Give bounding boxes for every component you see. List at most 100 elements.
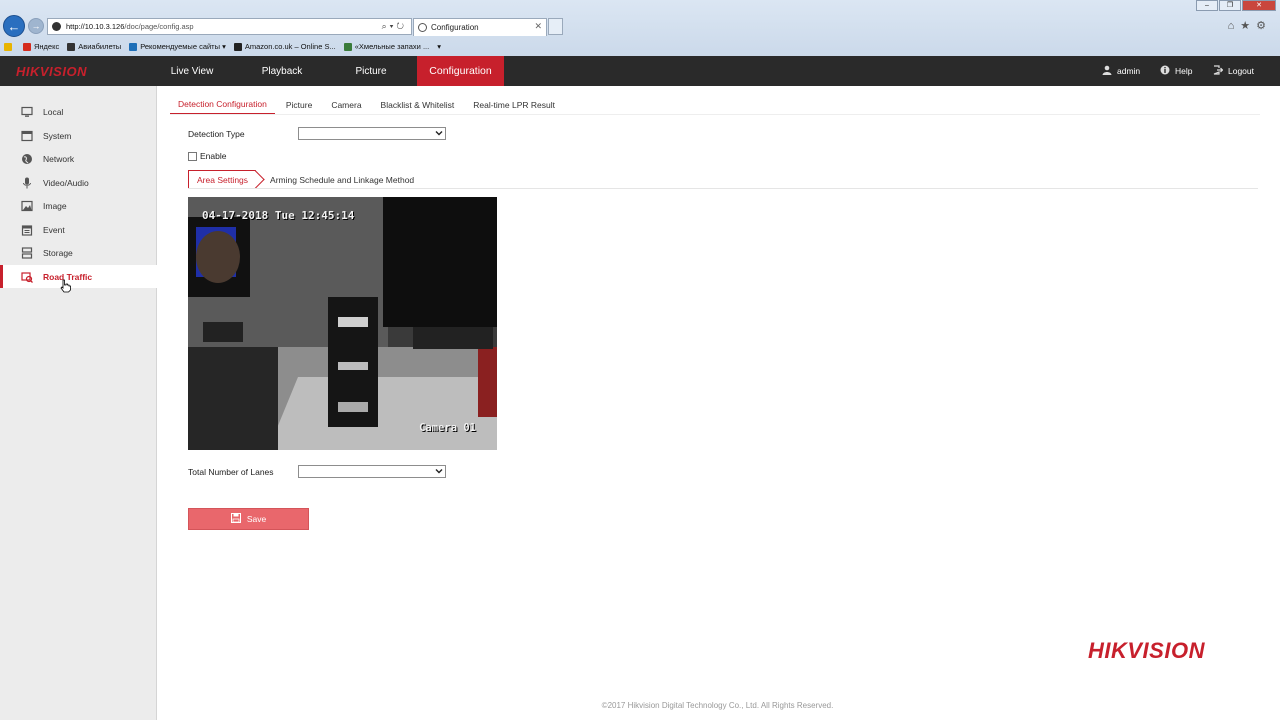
window-controls: – ❐ ✕ — [1195, 0, 1276, 11]
forward-arrow-icon[interactable]: → — [28, 18, 44, 34]
address-bar[interactable]: http://10.10.3.126/doc/page/config.asp ⌕… — [47, 18, 412, 35]
favorite-link[interactable]: Amazon.co.uk – Online S... — [233, 42, 336, 51]
favorites-more-icon[interactable]: ▾ — [437, 42, 441, 51]
tab-realtime-lpr-result[interactable]: Real-time LPR Result — [465, 94, 563, 115]
nav-picture[interactable]: Picture — [343, 56, 399, 86]
favorite-label: Amazon.co.uk – Online S... — [244, 42, 336, 51]
maximize-icon[interactable]: ❐ — [1219, 0, 1241, 11]
camera-timestamp-osd: 04-17-2018 Tue 12:45:14 — [202, 209, 355, 222]
sidebar-item-label: Storage — [43, 247, 73, 258]
url-host: http://10.10.3.126 — [66, 22, 125, 31]
browser-chrome: ← → http://10.10.3.126/doc/page/config.a… — [0, 0, 1280, 56]
nav-live-view[interactable]: Live View — [156, 56, 228, 86]
camera-live-view[interactable]: 04-17-2018 Tue 12:45:14 Camera 01 — [188, 197, 497, 450]
tab-blacklist-whitelist[interactable]: Blacklist & Whitelist — [373, 94, 463, 115]
sidebar-item-storage[interactable]: Storage — [0, 241, 157, 264]
total-lanes-select[interactable] — [298, 465, 446, 478]
favorites-bar: Яндекс Авиабилеты Рекомендуемые сайты ▾ … — [0, 38, 1280, 55]
logout-label: Logout — [1228, 66, 1254, 76]
chevron-down-icon — [435, 129, 443, 139]
enable-label: Enable — [200, 151, 227, 161]
browser-tab[interactable]: Configuration ✕ — [413, 18, 547, 36]
tab-camera[interactable]: Camera — [323, 94, 369, 115]
sidebar-item-label: Event — [43, 224, 65, 235]
tab-close-icon[interactable]: ✕ — [534, 21, 542, 32]
hikvision-logo: HIKVISION — [16, 64, 87, 79]
user-menu[interactable]: admin — [1102, 56, 1140, 86]
sidebar-item-network[interactable]: Network — [0, 147, 157, 170]
favorite-link[interactable]: Яндекс — [23, 42, 59, 51]
area-tab-divider — [188, 188, 1258, 189]
favorite-icon — [23, 42, 31, 51]
sidebar-item-road-traffic[interactable]: Road Traffic — [0, 265, 157, 288]
detection-type-label: Detection Type — [188, 129, 245, 139]
back-arrow-icon[interactable]: ← — [3, 15, 25, 37]
tab-area-settings[interactable]: Area Settings — [188, 170, 257, 189]
favorites-star-icon[interactable] — [4, 42, 15, 51]
sidebar-item-image[interactable]: Image — [0, 194, 157, 217]
sidebar-item-label: Video/Audio — [43, 177, 89, 188]
favorite-link[interactable]: Авиабилеты — [67, 42, 121, 51]
favorite-label: «Хмельные запахи ... — [354, 42, 430, 51]
favorite-link[interactable]: Рекомендуемые сайты ▾ — [129, 42, 226, 51]
tab-picture[interactable]: Picture — [278, 94, 320, 115]
favorite-label: Яндекс — [34, 42, 60, 51]
help-link[interactable]: Help — [1160, 56, 1192, 86]
nav-configuration[interactable]: Configuration — [417, 56, 504, 86]
logout-icon — [1213, 64, 1224, 78]
favorite-label: Авиабилеты — [78, 42, 122, 51]
favorite-icon — [129, 42, 138, 51]
page-globe-icon — [52, 22, 61, 31]
minimize-icon[interactable]: – — [1196, 0, 1218, 11]
sidebar-item-system[interactable]: System — [0, 124, 157, 147]
detection-type-select[interactable] — [298, 127, 446, 140]
window-close-icon[interactable]: ✕ — [1242, 0, 1276, 11]
road-traffic-icon — [21, 271, 33, 283]
sidebar-item-event[interactable]: Event — [0, 218, 157, 241]
help-icon — [1160, 65, 1170, 78]
browser-tool-icons[interactable]: ⌂★⚙ — [1228, 19, 1272, 32]
sidebar-item-label: Local — [43, 106, 64, 117]
search-refresh-icon[interactable]: ⌕▾↻ — [382, 21, 407, 32]
monitor-icon — [21, 106, 33, 118]
new-tab-button[interactable] — [548, 18, 563, 35]
favorite-link[interactable]: «Хмельные запахи ... — [343, 42, 430, 51]
system-icon — [21, 130, 33, 142]
tab-detection-configuration[interactable]: Detection Configuration — [170, 94, 275, 115]
sidebar-item-local[interactable]: Local — [0, 100, 157, 123]
area-tabs: Area Settings Arming Schedule and Linkag… — [188, 170, 422, 189]
favorite-icon — [343, 42, 352, 51]
camera-scene-image — [188, 197, 497, 450]
save-label: Save — [246, 514, 267, 524]
logout-link[interactable]: Logout — [1213, 56, 1254, 86]
storage-icon — [21, 246, 33, 259]
sidebar-item-label: Image — [43, 200, 67, 211]
enable-checkbox[interactable] — [188, 152, 197, 161]
help-label: Help — [1175, 66, 1193, 76]
favorite-label: Рекомендуемые сайты ▾ — [140, 42, 226, 51]
image-icon — [21, 200, 33, 212]
hikvision-brand-logo: HIKVISION — [1088, 638, 1205, 663]
tab-favicon-icon — [418, 23, 427, 32]
sidebar-item-label: Network — [43, 153, 75, 164]
nav-playback[interactable]: Playback — [247, 56, 317, 86]
chevron-down-icon — [435, 467, 443, 477]
user-name: admin — [1117, 66, 1141, 76]
favorite-icon — [233, 42, 242, 51]
tab-arming-schedule[interactable]: Arming Schedule and Linkage Method — [262, 170, 422, 189]
tab-title: Configuration — [431, 23, 479, 32]
microphone-icon — [21, 177, 33, 189]
url-path: /doc/page/config.asp — [124, 22, 194, 31]
favorite-icon — [67, 42, 76, 51]
hand-cursor-icon — [60, 279, 72, 295]
user-icon — [1102, 65, 1112, 78]
save-button[interactable]: Save — [188, 508, 309, 530]
config-subtabs: Detection Configuration Picture Camera B… — [170, 94, 566, 115]
app-header: HIKVISION Live View Playback Picture Con… — [0, 56, 1280, 86]
camera-name-osd: Camera 01 — [419, 422, 476, 434]
sidebar-item-video-audio[interactable]: Video/Audio — [0, 171, 157, 194]
floppy-disk-icon — [230, 512, 241, 526]
sidebar: Local System Network Video/Audio Image E… — [0, 86, 157, 720]
copyright-footer: ©2017 Hikvision Digital Technology Co., … — [601, 701, 834, 710]
globe-icon — [21, 153, 33, 165]
